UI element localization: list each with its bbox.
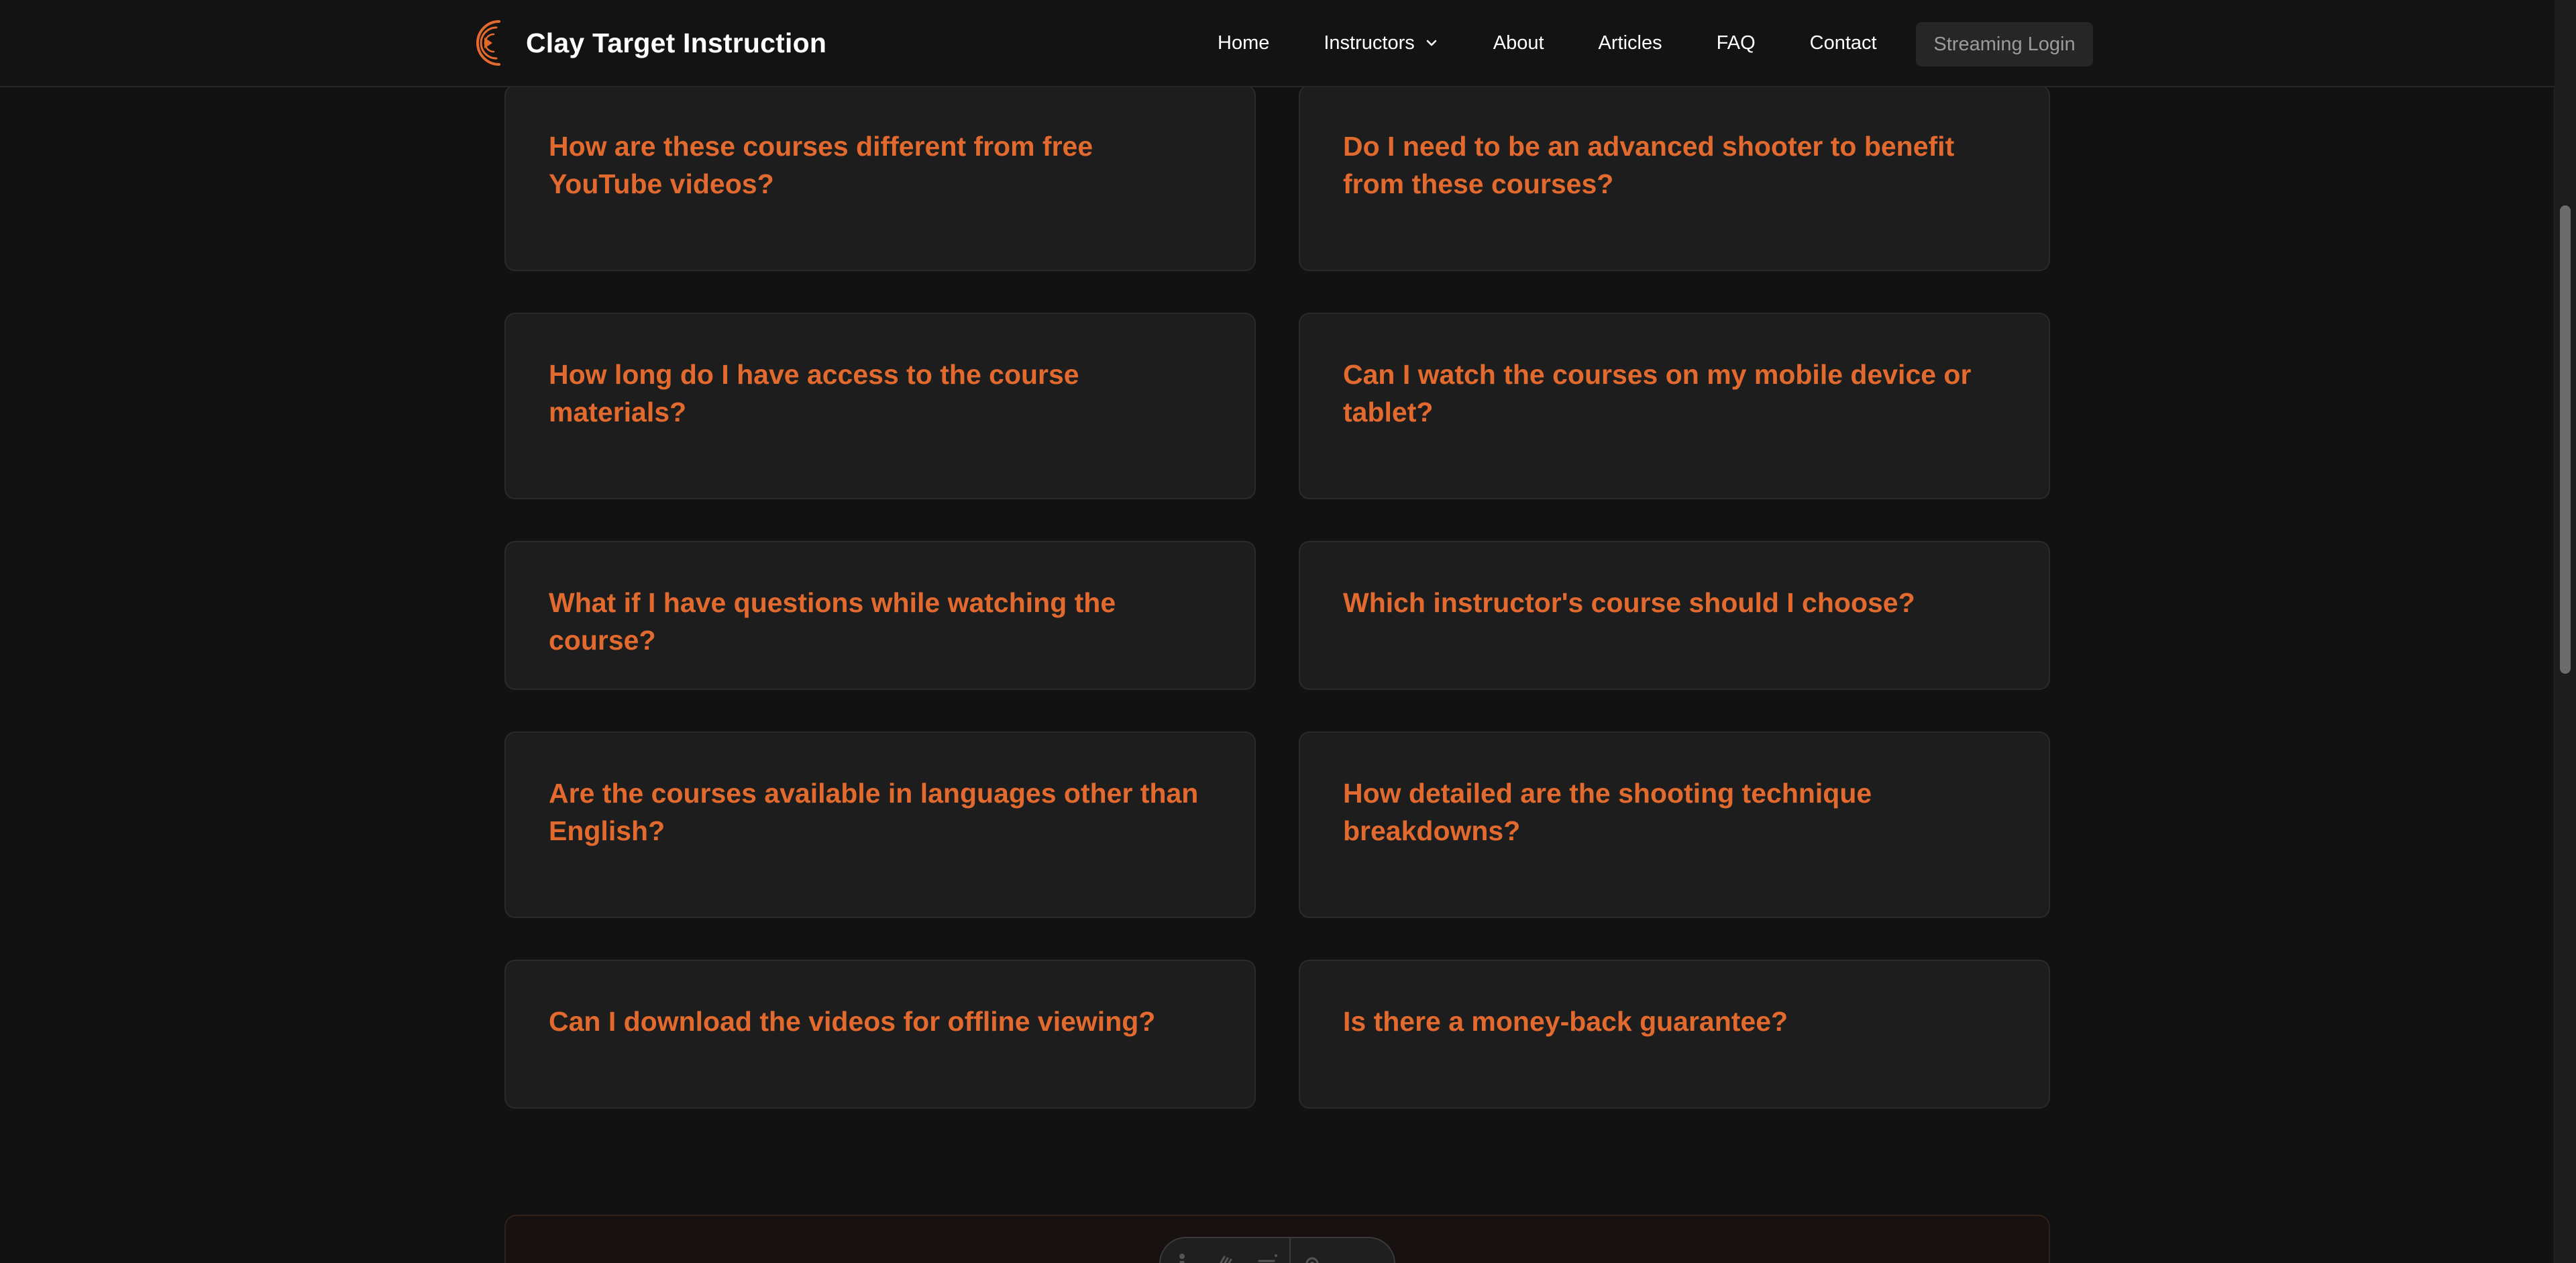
faq-question: Do I need to be an advanced shooter to b…: [1343, 131, 1955, 199]
faq-card[interactable]: Which instructor's course should I choos…: [1299, 541, 2050, 690]
text-size-icon[interactable]: [1246, 1252, 1289, 1263]
faq-question: Which instructor's course should I choos…: [1343, 587, 1915, 618]
nav-home[interactable]: Home: [1218, 32, 1269, 54]
faq-question: Can I download the videos for offline vi…: [549, 1006, 1156, 1037]
faq-question: Can I watch the courses on my mobile dev…: [1343, 359, 1972, 427]
faq-question: Is there a money-back guarantee?: [1343, 1006, 1788, 1037]
faq-grid: How are these courses different from fre…: [504, 0, 2050, 1109]
faq-question: How are these courses different from fre…: [549, 131, 1093, 199]
nav-instructors[interactable]: Instructors: [1324, 32, 1438, 54]
nav-articles[interactable]: Articles: [1599, 32, 1662, 54]
faq-question: How long do I have access to the course …: [549, 359, 1079, 427]
page: Clay Target Instruction Home Instructors…: [0, 0, 2576, 1263]
site-header: Clay Target Instruction Home Instructors…: [0, 0, 2555, 87]
faq-question: Are the courses available in languages o…: [549, 778, 1199, 846]
accessibility-icon[interactable]: [1161, 1252, 1203, 1263]
brand-name: Clay Target Instruction: [526, 27, 827, 58]
faq-card[interactable]: How are these courses different from fre…: [504, 85, 1256, 271]
faq-card[interactable]: Do I need to be an advanced shooter to b…: [1299, 85, 2050, 271]
faq-question: How detailed are the shooting technique …: [1343, 778, 1872, 846]
chevron-down-icon: [1426, 40, 1437, 46]
scrollbar[interactable]: [2554, 0, 2576, 1263]
hand-icon[interactable]: [1203, 1252, 1246, 1263]
streaming-login-button[interactable]: Streaming Login: [1916, 22, 2093, 66]
faq-card[interactable]: Can I watch the courses on my mobile dev…: [1299, 313, 2050, 499]
faq-card[interactable]: How long do I have access to the course …: [504, 313, 1256, 499]
faq-card[interactable]: Can I download the videos for offline vi…: [504, 960, 1256, 1109]
nav-about[interactable]: About: [1493, 32, 1544, 54]
faq-card[interactable]: What if I have questions while watching …: [504, 541, 1256, 690]
faq-card[interactable]: Are the courses available in languages o…: [504, 731, 1256, 918]
scrollbar-thumb[interactable]: [2560, 205, 2571, 674]
settings-icon[interactable]: [1291, 1252, 1334, 1263]
logo-icon: [476, 20, 500, 66]
nav-contact[interactable]: Contact: [1810, 32, 1877, 54]
faq-question: What if I have questions while watching …: [549, 587, 1116, 656]
main-nav: Home Instructors About Articles FAQ Cont…: [1218, 0, 1877, 86]
faq-card[interactable]: Is there a money-back guarantee?: [1299, 960, 2050, 1109]
brand[interactable]: Clay Target Instruction: [464, 16, 826, 70]
faq-card[interactable]: How detailed are the shooting technique …: [1299, 731, 2050, 918]
nav-instructors-label: Instructors: [1324, 32, 1415, 54]
floating-toolbar: [1159, 1237, 1395, 1263]
nav-faq[interactable]: FAQ: [1717, 32, 1756, 54]
